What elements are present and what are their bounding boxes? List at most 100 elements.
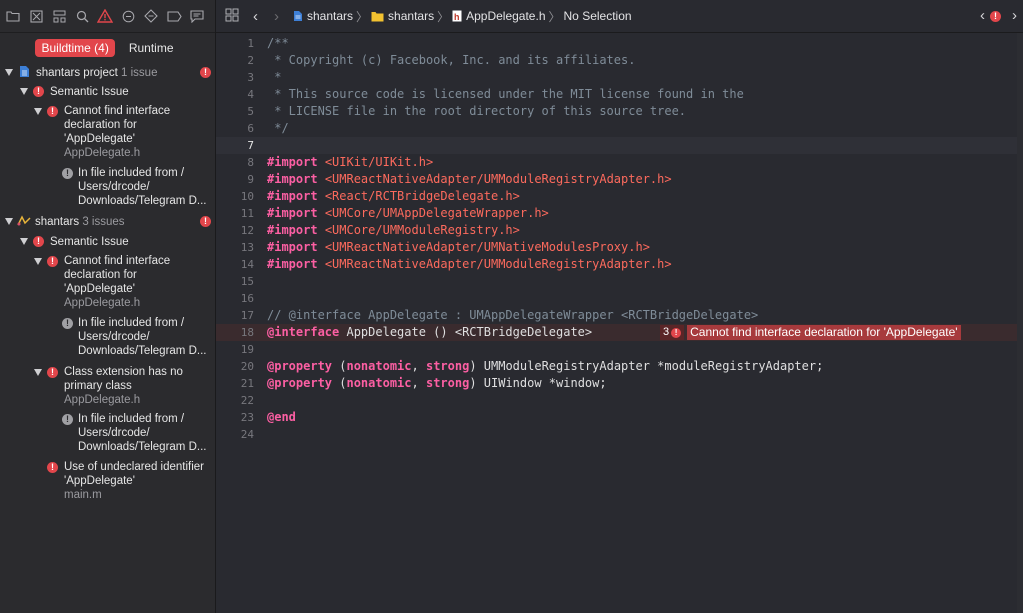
code-line[interactable]: 10 #import <React/RCTBridgeDelegate.h> — [216, 188, 1023, 205]
line-source: #import <UMReactNativeAdapter/UMModuleRe… — [267, 171, 672, 188]
search-icon[interactable] — [73, 7, 91, 25]
code-line[interactable]: 16 — [216, 290, 1023, 307]
disclosure-triangle-icon[interactable] — [20, 238, 28, 245]
tree-row-error[interactable]: ! Cannot find interface declaration for … — [0, 104, 215, 160]
code-line[interactable]: 7 — [216, 137, 1023, 154]
issue-file: AppDelegate.h — [64, 394, 141, 406]
tree-row-project[interactable]: shantars project 1 issue ! — [0, 65, 215, 80]
code-token: AppDelegate () <RCTBridgeDelegate> — [339, 325, 593, 339]
tree-row-error[interactable]: ! Use of undeclared identifier 'AppDeleg… — [0, 460, 215, 502]
disclosure-triangle-icon[interactable] — [34, 108, 42, 115]
disclosure-triangle-icon[interactable] — [20, 88, 28, 95]
tree-row-info[interactable]: ! In file included from / Users/drcode/ … — [0, 412, 215, 454]
code-line[interactable]: 18 @interface AppDelegate () <RCTBridgeDe… — [216, 324, 1023, 341]
next-issue-icon[interactable]: › — [1012, 8, 1017, 23]
code-line[interactable]: 6 */ — [216, 120, 1023, 137]
report-icon[interactable] — [188, 7, 206, 25]
source-editor: ‹ › shantars 〉 shantars 〉 h AppDelegate.… — [216, 0, 1023, 613]
tab-runtime[interactable]: Runtime — [123, 39, 180, 57]
debug-icon[interactable] — [142, 7, 160, 25]
forward-chevron-icon[interactable]: › — [274, 8, 279, 25]
line-number: 13 — [240, 241, 254, 254]
disclosure-triangle-icon[interactable] — [34, 369, 42, 376]
code-token: strong — [425, 376, 470, 390]
jump-project-label: shantars — [307, 9, 354, 23]
code-line[interactable]: 20 @property (nonatomic, strong) UMModule… — [216, 358, 1023, 375]
jump-project[interactable]: shantars — [293, 9, 353, 23]
code-line[interactable]: 12 #import <UMCore/UMModuleRegistry.h> — [216, 222, 1023, 239]
code-token: <UIKit/UIKit.h> — [324, 155, 434, 169]
error-icon: ! — [47, 367, 58, 378]
line-number: 12 — [240, 224, 254, 237]
tab-buildtime[interactable]: Buildtime (4) — [35, 39, 115, 57]
issue-text: Use of undeclared identifier — [64, 461, 204, 473]
project-file-icon — [294, 11, 302, 21]
previous-issue-icon[interactable]: ‹ — [980, 8, 985, 23]
scroll-rail[interactable] — [1017, 33, 1023, 613]
issue-text: 'AppDelegate' — [64, 475, 135, 487]
code-token: @property — [267, 376, 333, 390]
jump-file[interactable]: h AppDelegate.h — [452, 9, 546, 23]
disclosure-triangle-icon[interactable] — [5, 218, 13, 225]
hierarchy-icon[interactable] — [50, 7, 68, 25]
line-number: 7 — [247, 139, 254, 152]
code-token: ( — [332, 376, 347, 390]
disclosure-triangle-icon[interactable] — [34, 258, 42, 265]
code-line[interactable]: 2 * Copyright (c) Facebook, Inc. and its… — [216, 52, 1023, 69]
jump-symbol[interactable]: No Selection — [564, 9, 632, 23]
line-source: * Copyright (c) Facebook, Inc. and its a… — [267, 52, 635, 69]
info-icon: ! — [62, 168, 73, 179]
code-line[interactable]: 9 #import <UMReactNativeAdapter/UMModuleR… — [216, 171, 1023, 188]
code-line[interactable]: 23 @end — [216, 409, 1023, 426]
breakpoint-icon[interactable] — [165, 7, 183, 25]
code-line[interactable]: 21 @property (nonatomic, strong) UIWindow… — [216, 375, 1023, 392]
related-items-grid-icon[interactable] — [225, 8, 239, 25]
code-line[interactable]: 14 #import <UMReactNativeAdapter/UMModule… — [216, 256, 1023, 273]
code-line[interactable]: 19 — [216, 341, 1023, 358]
navigator-toolbar — [0, 0, 215, 33]
code-line[interactable]: 13 #import <UMReactNativeAdapter/UMNative… — [216, 239, 1023, 256]
code-line[interactable]: 24 — [216, 426, 1023, 443]
code-token: <UMCore/UMModuleRegistry.h> — [324, 223, 520, 237]
line-number: 22 — [240, 394, 254, 407]
back-chevron-icon[interactable]: ‹ — [253, 8, 258, 25]
code-line[interactable]: 3 * — [216, 69, 1023, 86]
source-control-icon[interactable] — [27, 7, 45, 25]
tree-row-category[interactable]: ! Semantic Issue — [0, 84, 215, 99]
code-line[interactable]: 4 * This source code is licensed under t… — [216, 86, 1023, 103]
tree-row-category[interactable]: ! Semantic Issue — [0, 234, 215, 249]
code-line[interactable]: 15 — [216, 273, 1023, 290]
tree-row-error[interactable]: ! Cannot find interface declaration for … — [0, 254, 215, 310]
error-icon: ! — [47, 256, 58, 267]
tree-row-target[interactable]: shantars 3 issues ! — [0, 214, 215, 229]
include-text: Downloads/Telegram D... — [78, 345, 207, 357]
issue-text: declaration for — [64, 119, 137, 131]
code-line[interactable]: 17 // @interface AppDelegate : UMAppDeleg… — [216, 307, 1023, 324]
inline-error-annotation[interactable]: 3! Cannot find interface declaration for … — [660, 324, 961, 341]
issue-tree: shantars project 1 issue ! ! Semantic Is… — [0, 62, 215, 613]
code-line[interactable]: 11 #import <UMCore/UMAppDelegateWrapper.h… — [216, 205, 1023, 222]
line-number: 15 — [240, 275, 254, 288]
tree-row-info[interactable]: ! In file included from / Users/drcode/ … — [0, 316, 215, 358]
code-line[interactable]: 5 * LICENSE file in the root directory o… — [216, 103, 1023, 120]
code-token: <UMReactNativeAdapter/UMModuleRegistryAd… — [324, 172, 672, 186]
tree-row-info[interactable]: ! In file included from / Users/drcode/ … — [0, 166, 215, 208]
disclosure-triangle-icon[interactable] — [5, 69, 13, 76]
code-token: strong — [425, 359, 470, 373]
code-line[interactable]: 22 — [216, 392, 1023, 409]
code-line[interactable]: 8 #import <UIKit/UIKit.h> — [216, 154, 1023, 171]
issue-text: 'AppDelegate' — [64, 133, 135, 145]
code-area[interactable]: 1 /** 2 * Copyright (c) Facebook, Inc. and… — [216, 33, 1023, 613]
issue-warning-icon[interactable] — [96, 7, 114, 25]
jump-folder[interactable]: shantars — [371, 9, 434, 23]
error-count-badge[interactable]: 3! — [660, 325, 685, 340]
test-icon[interactable] — [119, 7, 137, 25]
line-number: 20 — [240, 360, 254, 373]
folder-icon[interactable] — [4, 7, 22, 25]
include-text: Users/drcode/ — [78, 331, 150, 343]
code-line[interactable]: 1 /** — [216, 35, 1023, 52]
issue-error-icon[interactable]: ! — [990, 11, 1001, 22]
tree-row-error[interactable]: ! Class extension has no primary class A… — [0, 365, 215, 407]
code-token: * LICENSE file in the root directory of … — [267, 104, 687, 118]
